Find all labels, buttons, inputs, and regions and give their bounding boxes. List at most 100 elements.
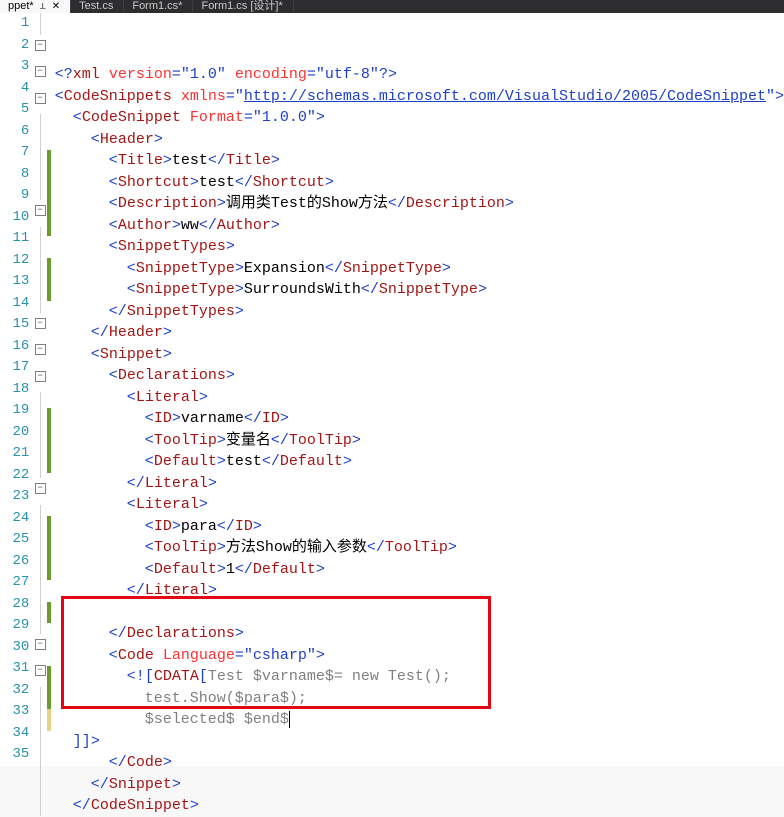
change-marker-saved (47, 172, 51, 194)
line-number: 27 (0, 572, 29, 594)
code-line[interactable]: <Header> (53, 129, 784, 151)
code-line[interactable]: </SnippetTypes> (53, 301, 784, 323)
tab-snippet[interactable]: ppet* ⟂ ✕ (0, 0, 71, 13)
code-line[interactable]: </Code> (53, 752, 784, 774)
code-line[interactable]: </Header> (53, 322, 784, 344)
line-number: 23 (0, 486, 29, 508)
code-line[interactable]: <Default>1</Default> (53, 559, 784, 581)
line-number: 14 (0, 293, 29, 315)
fold-toggle-icon[interactable]: − (35, 639, 46, 650)
line-number: 15 (0, 314, 29, 336)
line-number: 34 (0, 723, 29, 745)
code-line[interactable]: <SnippetType>SurroundsWith</SnippetType> (53, 279, 784, 301)
line-number: 13 (0, 271, 29, 293)
change-marker-saved (47, 215, 51, 237)
code-line[interactable]: <Author>ww</Author> (53, 215, 784, 237)
change-marker-saved (47, 602, 51, 624)
code-line[interactable]: <CodeSnippets xmlns="http://schemas.micr… (53, 86, 784, 108)
code-line[interactable]: test.Show($para$); (53, 688, 784, 710)
code-line[interactable]: </Literal> (53, 580, 784, 602)
fold-toggle-icon[interactable]: − (35, 344, 46, 355)
change-marker-unsaved (47, 709, 51, 731)
line-number: 30 (0, 637, 29, 659)
change-marker-saved (47, 193, 51, 215)
line-number: 31 (0, 658, 29, 680)
line-number: 6 (0, 121, 29, 143)
fold-column[interactable]: − − − − − − − − − − (33, 13, 47, 766)
code-line[interactable]: <Title>test</Title> (53, 150, 784, 172)
tab-label: Form1.cs [设计]* (201, 1, 282, 12)
change-marker-saved (47, 516, 51, 538)
line-number: 17 (0, 357, 29, 379)
change-marker-saved (47, 430, 51, 452)
code-line[interactable]: <CodeSnippet Format="1.0.0"> (53, 107, 784, 129)
line-number: 29 (0, 615, 29, 637)
pin-icon[interactable]: ⟂ (40, 1, 46, 12)
fold-toggle-icon[interactable]: − (35, 66, 46, 77)
code-line[interactable]: <Code Language="csharp"> (53, 645, 784, 667)
line-number: 8 (0, 164, 29, 186)
change-marker-saved (47, 451, 51, 473)
code-line[interactable]: <Shortcut>test</Shortcut> (53, 172, 784, 194)
line-number: 7 (0, 142, 29, 164)
code-line[interactable]: <?xml version="1.0" encoding="utf-8"?> (53, 64, 784, 86)
code-line[interactable] (53, 602, 784, 624)
code-line[interactable]: <Snippet> (53, 344, 784, 366)
code-line[interactable]: <![CDATA[Test $varname$= new Test(); (53, 666, 784, 688)
fold-toggle-icon[interactable]: − (35, 205, 46, 216)
code-line[interactable]: <Literal> (53, 387, 784, 409)
line-number: 35 (0, 744, 29, 766)
line-number: 26 (0, 551, 29, 573)
line-number: 1 (0, 13, 29, 35)
line-number: 25 (0, 529, 29, 551)
tab-test-cs[interactable]: Test.cs (71, 0, 124, 13)
code-line[interactable]: <ID>para</ID> (53, 516, 784, 538)
code-line[interactable]: <Declarations> (53, 365, 784, 387)
code-line[interactable]: $selected$ $end$ (53, 709, 784, 731)
code-line[interactable]: <SnippetTypes> (53, 236, 784, 258)
line-number: 2 (0, 35, 29, 57)
line-number: 18 (0, 379, 29, 401)
code-line[interactable]: </Literal> (53, 473, 784, 495)
code-line[interactable]: <ToolTip>方法Show的输入参数</ToolTip> (53, 537, 784, 559)
line-number: 11 (0, 228, 29, 250)
fold-toggle-icon[interactable]: − (35, 40, 46, 51)
change-marker-saved (47, 279, 51, 301)
tab-label: ppet* (8, 1, 34, 12)
line-number: 19 (0, 400, 29, 422)
fold-toggle-icon[interactable]: − (35, 93, 46, 104)
tab-strip: ppet* ⟂ ✕ Test.cs Form1.cs* Form1.cs [设计… (0, 0, 784, 13)
line-number: 24 (0, 508, 29, 530)
fold-toggle-icon[interactable]: − (35, 483, 46, 494)
line-number: 21 (0, 443, 29, 465)
change-marker-saved (47, 150, 51, 172)
change-marker-saved (47, 559, 51, 581)
code-line[interactable]: <Default>test</Default> (53, 451, 784, 473)
line-number: 3 (0, 56, 29, 78)
line-number: 22 (0, 465, 29, 487)
code-line[interactable]: <ID>varname</ID> (53, 408, 784, 430)
close-icon[interactable]: ✕ (52, 1, 60, 12)
code-area[interactable]: <?xml version="1.0" encoding="utf-8"?><C… (53, 13, 784, 766)
line-number: 9 (0, 185, 29, 207)
tab-form1-design[interactable]: Form1.cs [设计]* (193, 0, 293, 13)
code-line[interactable]: <Literal> (53, 494, 784, 516)
line-number: 10 (0, 207, 29, 229)
line-number: 16 (0, 336, 29, 358)
code-line[interactable]: </CodeSnippet> (53, 795, 784, 817)
line-number: 12 (0, 250, 29, 272)
fold-toggle-icon[interactable]: − (35, 665, 46, 676)
code-line[interactable]: <ToolTip>变量名</ToolTip> (53, 430, 784, 452)
code-line[interactable]: </Declarations> (53, 623, 784, 645)
code-line[interactable]: <Description>调用类Test的Show方法</Description… (53, 193, 784, 215)
fold-toggle-icon[interactable]: − (35, 371, 46, 382)
line-number: 4 (0, 78, 29, 100)
line-number: 20 (0, 422, 29, 444)
change-marker-saved (47, 666, 51, 688)
code-editor[interactable]: 1234567891011121314151617181920212223242… (0, 13, 784, 766)
code-line[interactable]: </Snippet> (53, 774, 784, 796)
code-line[interactable]: ]]> (53, 731, 784, 753)
tab-form1-cs[interactable]: Form1.cs* (124, 0, 193, 13)
code-line[interactable]: <SnippetType>Expansion</SnippetType> (53, 258, 784, 280)
fold-toggle-icon[interactable]: − (35, 318, 46, 329)
